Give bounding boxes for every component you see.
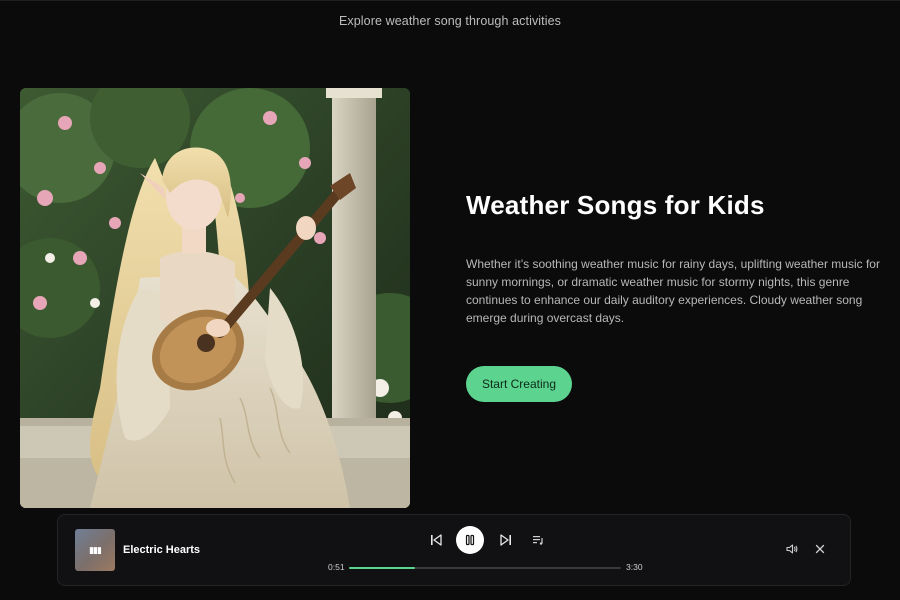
page-title: Weather Songs for Kids [466,190,765,220]
equalizer-icon: ▮▮▮ [89,544,102,555]
elf-lute-illustration [20,88,410,508]
volume-icon[interactable] [785,542,799,556]
hero-image [20,88,410,508]
hero-content: Weather Songs for Kids Whether it’s soot… [466,190,886,327]
top-bar: Explore weather song through activities [0,0,900,41]
track-title: Electric Hearts [123,544,201,556]
total-time: 3:30 [626,562,643,572]
pause-icon [465,534,475,546]
current-time: 0:51 [328,562,345,572]
skip-previous-icon[interactable] [428,532,444,548]
pause-button[interactable] [456,526,484,554]
close-icon[interactable] [814,543,826,555]
page-subtitle: Explore weather song through activities [338,14,562,28]
skip-next-icon[interactable] [498,532,514,548]
progress-bar[interactable] [349,567,621,569]
progress-fill [349,567,416,569]
playlist-icon[interactable] [530,532,546,548]
hero-description: Whether it’s soothing weather music for … [466,257,880,325]
start-creating-button[interactable]: Start Creating [466,366,572,402]
music-player: ▮▮▮ Electric Hearts 0:51 3:30 [57,514,851,586]
album-thumbnail[interactable]: ▮▮▮ [75,529,115,571]
